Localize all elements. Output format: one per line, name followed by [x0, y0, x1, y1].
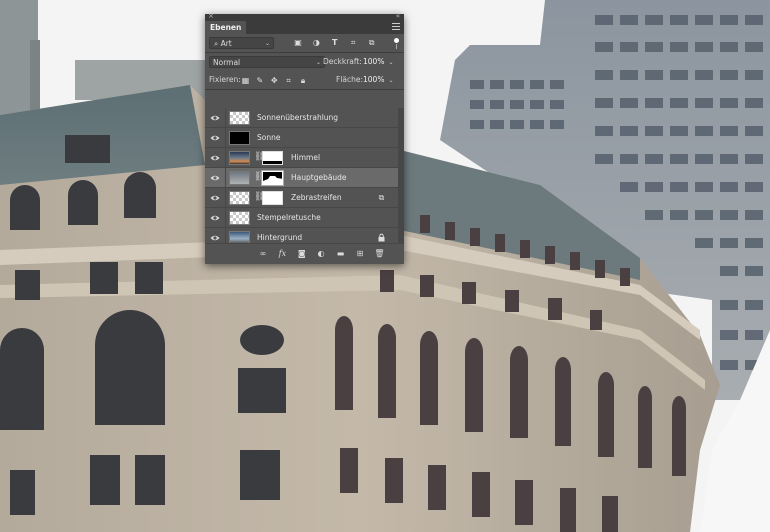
layer-name[interactable]: Sonne	[257, 128, 280, 148]
lock-label: Fixieren:	[209, 75, 241, 84]
search-icon: ⌕	[214, 39, 219, 48]
lock-paint-icon[interactable]: ✎	[255, 76, 264, 85]
filter-kind-label: Art	[220, 39, 232, 48]
lock-position-icon[interactable]: ✥	[270, 76, 279, 85]
new-group-icon[interactable]: ▬	[336, 248, 346, 259]
image-filter-icon[interactable]: ▣	[293, 38, 303, 48]
eye-icon[interactable]	[210, 133, 220, 143]
layer-row[interactable]: ⛓ Zebrastreifen ⧉	[205, 188, 398, 208]
chevron-down-icon: ⌄	[264, 40, 270, 47]
blend-row: Normal ⌄ Deckkraft: 100% ⌄	[205, 53, 404, 71]
chevron-down-icon: ⌄	[388, 59, 394, 66]
layer-mask-thumbnail[interactable]	[262, 191, 283, 205]
panel-tabbar: Ebenen	[205, 21, 404, 34]
layer-row[interactable]: Sonnenüberstrahlung	[205, 108, 398, 128]
close-panel-icon[interactable]: ×	[208, 12, 214, 20]
eye-icon[interactable]	[210, 193, 220, 203]
lock-icon[interactable]	[377, 233, 386, 242]
filter-toggle-stem	[396, 44, 397, 49]
fill-value: 100%	[363, 75, 385, 84]
layer-thumbnail[interactable]	[229, 131, 250, 145]
new-layer-icon[interactable]: ⊞	[355, 248, 365, 259]
layer-row[interactable]: ⛓ Himmel	[205, 148, 398, 168]
layer-mask-thumbnail[interactable]	[262, 151, 283, 165]
layer-row[interactable]: Sonne	[205, 128, 398, 148]
type-filter-icon[interactable]: T	[330, 38, 340, 48]
filter-toggle-icon[interactable]	[394, 38, 399, 43]
fill-input[interactable]: 100% ⌄	[363, 71, 393, 90]
layer-thumbnail[interactable]	[229, 211, 250, 225]
filter-row: ⌕ Art ⌄ ▣ ◑ T ⌗ ⧉	[205, 34, 404, 52]
layers-panel-footer: ∞ fx ◙ ◐ ▬ ⊞ 🗑︎	[205, 243, 404, 264]
smart-object-filter-icon[interactable]: ⧉	[367, 38, 377, 48]
collapse-panel-icon[interactable]: «	[396, 12, 400, 20]
add-mask-icon[interactable]: ◙	[297, 248, 307, 259]
layers-panel: × « Ebenen ⌕ Art ⌄ ▣ ◑ T ⌗ ⧉ Normal ⌄ De…	[205, 12, 404, 264]
layer-name[interactable]: Himmel	[291, 148, 320, 168]
eye-icon[interactable]	[210, 213, 220, 223]
blend-mode-select[interactable]: Normal ⌄	[209, 56, 325, 68]
link-layers-icon[interactable]: ∞	[258, 248, 268, 259]
opacity-label: Deckkraft:	[323, 57, 362, 66]
lock-transparency-icon[interactable]: ▦	[241, 76, 250, 85]
layer-thumbnail[interactable]	[229, 171, 250, 185]
layer-row-selected[interactable]: ⛓ Hauptgebäude	[205, 168, 398, 188]
eye-icon[interactable]	[210, 173, 220, 183]
layer-name[interactable]: Stempelretusche	[257, 208, 321, 228]
layer-mask-thumbnail[interactable]	[261, 170, 284, 186]
layer-thumbnail[interactable]	[229, 191, 250, 205]
blend-mode-value: Normal	[213, 58, 241, 67]
layer-name[interactable]: Sonnenüberstrahlung	[257, 108, 338, 128]
lock-artboard-icon[interactable]: ⌗	[284, 76, 293, 85]
eye-icon[interactable]	[210, 113, 220, 123]
filter-kind-select[interactable]: ⌕ Art ⌄	[209, 37, 274, 49]
opacity-value: 100%	[363, 57, 385, 66]
panel-menu-icon[interactable]	[392, 23, 400, 32]
lock-row: Fixieren: ▦ ✎ ✥ ⌗ 🔒︎ Fläche: 100% ⌄	[205, 71, 404, 89]
shape-filter-icon[interactable]: ⌗	[348, 38, 358, 48]
fill-label: Fläche:	[336, 75, 364, 84]
layers-scrollbar[interactable]	[398, 108, 404, 244]
eye-icon[interactable]	[210, 153, 220, 163]
panel-title-strip: × «	[205, 12, 404, 21]
chevron-down-icon: ⌄	[388, 77, 394, 84]
layer-row[interactable]: Stempelretusche	[205, 208, 398, 228]
tab-layers[interactable]: Ebenen	[205, 21, 247, 34]
adjustment-layer-icon[interactable]: ◐	[316, 248, 326, 259]
layer-thumbnail[interactable]	[229, 111, 250, 125]
layers-list: Sonnenüberstrahlung Sonne ⛓ Himmel ⛓ Hau…	[205, 108, 398, 248]
layer-name[interactable]: Zebrastreifen	[291, 188, 342, 208]
eye-icon[interactable]	[210, 233, 220, 243]
layer-thumbnail[interactable]	[229, 151, 250, 165]
trash-icon[interactable]: 🗑︎	[374, 248, 384, 259]
fx-icon[interactable]: fx	[277, 248, 287, 259]
opacity-input[interactable]: 100% ⌄	[363, 53, 393, 72]
smart-object-icon: ⧉	[378, 193, 385, 202]
layer-name[interactable]: Hauptgebäude	[291, 168, 347, 188]
chevron-down-icon: ⌄	[315, 59, 321, 66]
lock-all-icon[interactable]: 🔒︎	[299, 76, 308, 85]
adjustment-filter-icon[interactable]: ◑	[311, 38, 321, 48]
